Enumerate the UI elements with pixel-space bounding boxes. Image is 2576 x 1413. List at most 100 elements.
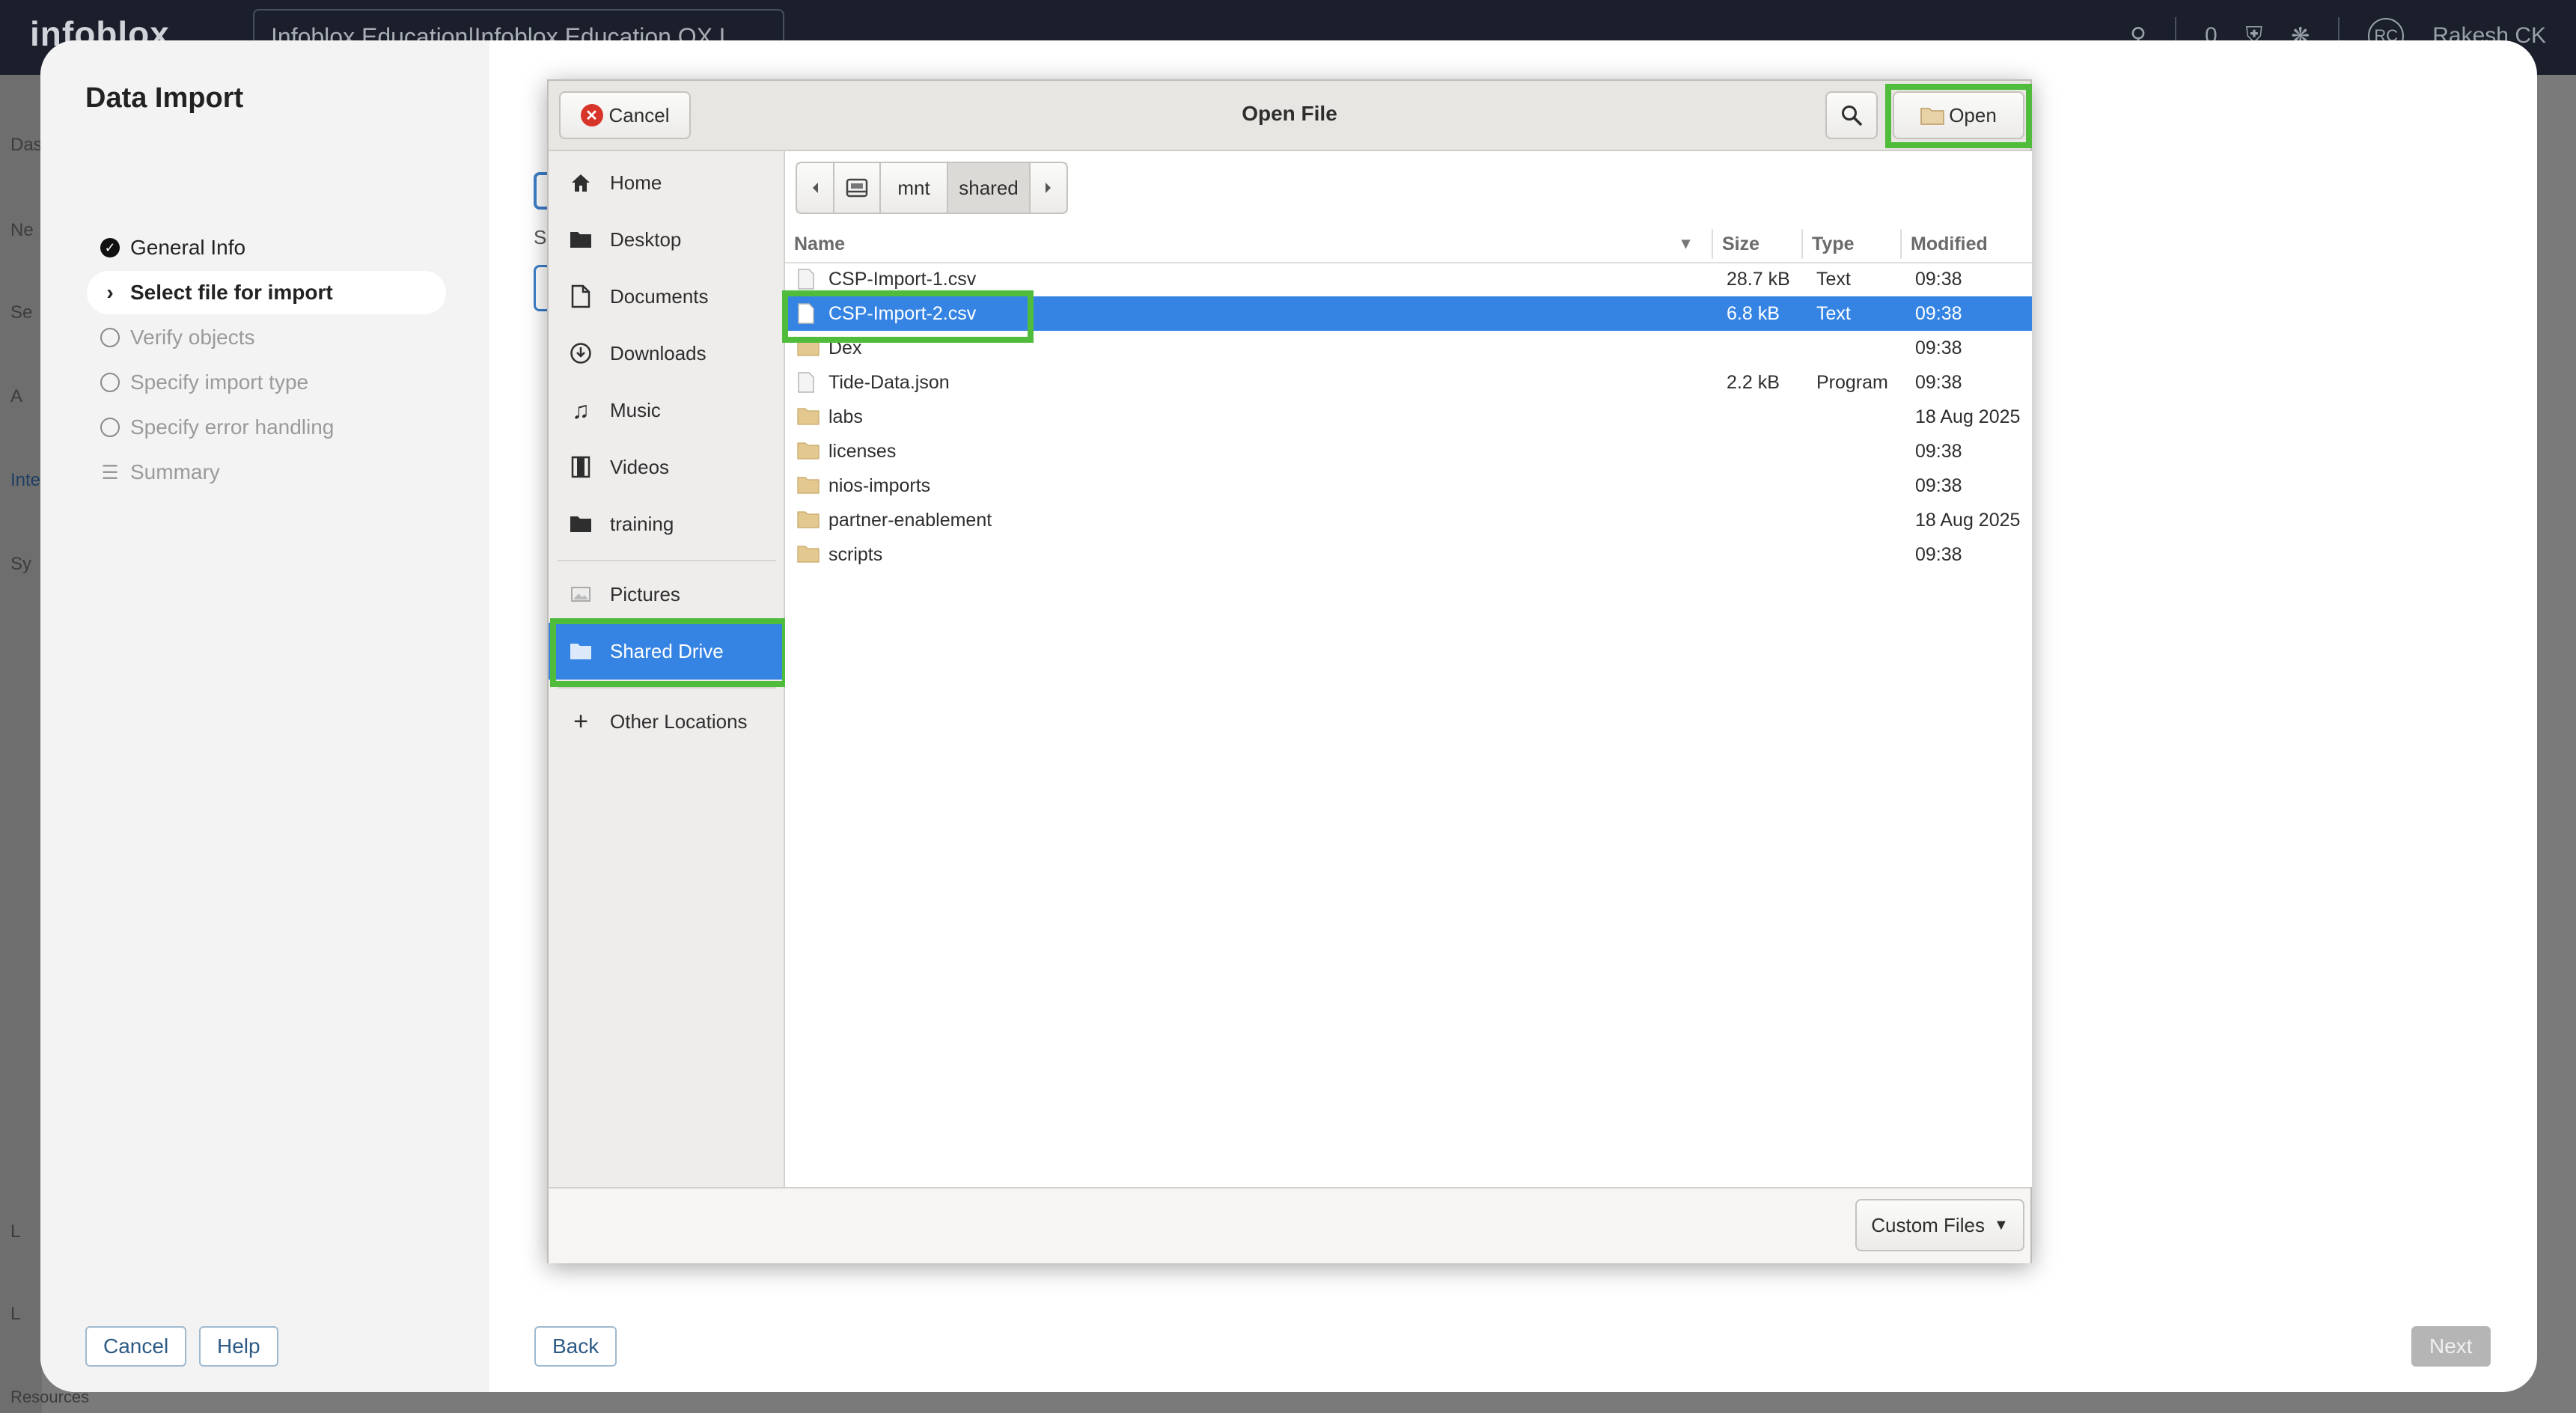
home-icon — [568, 170, 593, 195]
file-row[interactable]: partner-enablement 18 Aug 2025 — [785, 503, 2032, 537]
dialog-cancel-button[interactable]: ✕ Cancel — [559, 91, 691, 139]
file-name: labs — [828, 406, 863, 427]
dialog-title: Open File — [1242, 102, 1337, 125]
place-label: Desktop — [610, 228, 682, 251]
file-name: Tide-Data.json — [828, 372, 950, 393]
nav-fragment: Ne — [10, 220, 34, 240]
file-icon — [797, 269, 818, 290]
file-row[interactable]: CSP-Import-1.csv 28.7 kB Text 09:38 — [785, 262, 2032, 296]
places-separator — [558, 687, 776, 689]
open-label: Open — [1949, 103, 1997, 126]
wizard-back-button[interactable]: Back — [534, 1326, 617, 1367]
close-icon: ✕ — [580, 104, 603, 126]
place-downloads[interactable]: Downloads — [549, 325, 784, 382]
file-name: Dex — [828, 338, 862, 358]
wizard-title: Data Import — [85, 82, 244, 114]
place-home[interactable]: Home — [549, 154, 784, 211]
place-music[interactable]: ♫ Music — [549, 382, 784, 439]
step-general-info[interactable]: ✓ General Info — [87, 226, 446, 269]
place-label: Shared Drive — [610, 639, 724, 662]
file-row[interactable]: Dex 09:38 — [785, 331, 2032, 365]
folder-icon — [797, 510, 820, 531]
path-root-button[interactable] — [833, 162, 881, 214]
dialog-footer: Custom Files ▼ — [549, 1187, 2030, 1263]
file-modified: 09:38 — [1915, 441, 1962, 462]
chevron-right-icon: › — [106, 281, 114, 304]
place-label: Other Locations — [610, 709, 748, 733]
step-label: Specify error handling — [130, 415, 335, 439]
file-modified: 09:38 — [1915, 475, 1962, 496]
path-back-button[interactable] — [796, 162, 834, 214]
step-label: General Info — [130, 236, 246, 259]
step-error-handling: Specify error handling — [87, 406, 446, 449]
place-pictures[interactable]: Pictures — [549, 566, 784, 623]
file-modified: 18 Aug 2025 — [1915, 406, 2021, 427]
chevron-down-icon: ▼ — [1993, 1216, 2009, 1233]
places-separator — [558, 560, 776, 561]
file-modified: 18 Aug 2025 — [1915, 510, 2021, 531]
column-separator — [1712, 229, 1713, 259]
file-row[interactable]: labs 18 Aug 2025 — [785, 400, 2032, 434]
dialog-header: ✕ Cancel Open File Open — [549, 81, 2030, 151]
wizard-help-button[interactable]: Help — [199, 1326, 278, 1367]
file-type: Text — [1816, 269, 1851, 290]
list-icon: ☰ — [101, 460, 119, 483]
open-file-dialog: ✕ Cancel Open File Open Home Desktop Doc… — [547, 79, 2032, 1263]
place-label: training — [610, 512, 674, 535]
path-forward-button[interactable] — [1029, 162, 1068, 214]
column-separator — [1801, 229, 1803, 259]
sort-down-icon[interactable]: ▾ — [1682, 234, 1690, 253]
file-row[interactable]: licenses 09:38 — [785, 434, 2032, 469]
place-label: Music — [610, 398, 661, 421]
wizard-cancel-button[interactable]: Cancel — [85, 1326, 187, 1367]
circle-icon — [100, 328, 120, 347]
search-button[interactable] — [1825, 91, 1878, 139]
place-other-locations[interactable]: + Other Locations — [549, 693, 784, 750]
file-type: Text — [1816, 303, 1851, 324]
place-desktop[interactable]: Desktop — [549, 211, 784, 268]
circle-icon — [100, 373, 120, 392]
search-icon — [1842, 106, 1862, 126]
file-name: nios-imports — [828, 475, 931, 496]
path-segment-shared[interactable]: shared — [947, 162, 1031, 214]
column-size[interactable]: Size — [1722, 234, 1759, 255]
file-row[interactable]: scripts 09:38 — [785, 537, 2032, 572]
background-nav: Das Ne Se A Inte Sy L L — [0, 75, 43, 1413]
step-summary: ☰ Summary — [87, 451, 446, 494]
file-size: 2.2 kB — [1727, 372, 1780, 393]
wizard-next-button: Next — [2411, 1326, 2491, 1367]
column-name[interactable]: Name — [794, 234, 845, 255]
file-modified: 09:38 — [1915, 269, 1962, 290]
column-modified[interactable]: Modified — [1911, 234, 1988, 255]
file-filter-dropdown[interactable]: Custom Files ▼ — [1855, 1199, 2024, 1251]
place-training[interactable]: training — [549, 495, 784, 552]
filter-label: Custom Files — [1871, 1213, 1985, 1236]
nav-fragment: Se — [10, 302, 33, 323]
download-icon — [568, 341, 593, 366]
drive-icon — [846, 178, 868, 198]
film-icon — [568, 454, 593, 480]
place-videos[interactable]: Videos — [549, 439, 784, 495]
step-select-file[interactable]: › Select file for import — [87, 271, 446, 314]
place-label: Downloads — [610, 341, 706, 364]
column-header: Name ▾ Size Type Modified — [785, 226, 2032, 263]
step-verify-objects: Verify objects — [87, 316, 446, 359]
file-row[interactable]: nios-imports 09:38 — [785, 469, 2032, 503]
step-label: Specify import type — [130, 370, 309, 394]
column-type[interactable]: Type — [1812, 234, 1855, 255]
file-row[interactable]: CSP-Import-2.csv 6.8 kB Text 09:38 — [785, 296, 2032, 331]
nav-fragment: A — [10, 386, 23, 406]
dialog-open-button[interactable]: Open — [1893, 91, 2024, 139]
file-row[interactable]: Tide-Data.json 2.2 kB Program 09:38 — [785, 365, 2032, 400]
place-label: Home — [610, 171, 662, 194]
file-name: licenses — [828, 441, 897, 462]
plus-icon: + — [573, 706, 588, 736]
path-segment-mnt[interactable]: mnt — [879, 162, 948, 214]
nav-fragment: Das — [10, 135, 43, 155]
file-modified: 09:38 — [1915, 303, 1962, 324]
place-documents[interactable]: Documents — [549, 268, 784, 325]
document-icon — [568, 284, 593, 309]
column-separator — [1900, 229, 1902, 259]
file-name: CSP-Import-1.csv — [828, 269, 977, 290]
place-shared-drive[interactable]: Shared Drive — [549, 623, 784, 680]
